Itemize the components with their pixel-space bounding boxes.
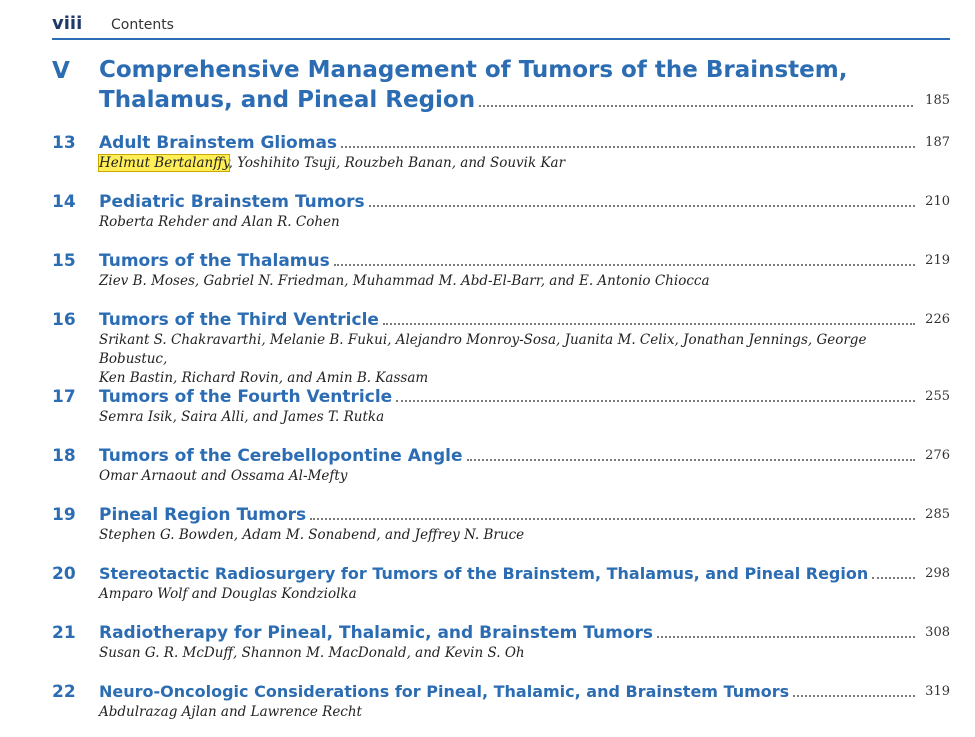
dot-leader (368, 205, 915, 207)
chapter-title[interactable]: Neuro-Oncologic Considerations for Pinea… (99, 681, 789, 703)
chapter-number: 14 (52, 192, 76, 212)
chapter-page: 319 (925, 684, 950, 699)
chapter-authors: Roberta Rehder and Alan R. Cohen (99, 214, 340, 230)
chapter-title[interactable]: Tumors of the Thalamus (99, 250, 330, 272)
highlighted-author[interactable]: Helmut Bertalanffy (98, 154, 230, 172)
part-number: V (52, 58, 70, 84)
chapter-number: 22 (52, 682, 76, 702)
chapter-authors: Ziev B. Moses, Gabriel N. Friedman, Muha… (99, 273, 710, 289)
chapter-page: 255 (925, 389, 950, 404)
chapter-title[interactable]: Adult Brainstem Gliomas (99, 132, 337, 154)
chapter-authors: Srikant S. Chakravarthi, Melanie B. Fuku… (99, 331, 909, 388)
chapter-number: 20 (52, 564, 76, 584)
chapter-page: 285 (925, 507, 950, 522)
chapter-title[interactable]: Pineal Region Tumors (99, 504, 306, 526)
authors-rest: , Yoshihito Tsuji, Rouzbeh Banan, and So… (228, 155, 566, 171)
dot-leader (466, 459, 915, 461)
section-label: Contents (111, 17, 174, 33)
authors-line1: Srikant S. Chakravarthi, Melanie B. Fuku… (99, 332, 867, 367)
chapter-authors: Omar Arnaout and Ossama Al-Mefty (99, 468, 348, 484)
chapter-title[interactable]: Pediatric Brainstem Tumors (99, 191, 365, 213)
chapter-page: 226 (925, 312, 950, 327)
part-title-line2: Thalamus, and Pineal Region (99, 87, 476, 113)
dot-leader (341, 146, 915, 148)
chapter-page: 210 (925, 194, 950, 209)
chapter-page: 219 (925, 253, 950, 268)
part-page: 185 (925, 93, 950, 108)
chapter-title[interactable]: Stereotactic Radiosurgery for Tumors of … (99, 563, 868, 585)
chapter-page: 187 (925, 135, 950, 150)
chapter-number: 21 (52, 623, 76, 643)
dot-leader (396, 400, 915, 402)
dot-leader (793, 695, 915, 697)
chapter-number: 18 (52, 446, 76, 466)
dot-leader (333, 264, 915, 266)
page-number: viii (52, 13, 83, 34)
dot-leader (657, 636, 915, 638)
chapter-authors: Susan G. R. McDuff, Shannon M. MacDonald… (99, 645, 525, 661)
chapter-title[interactable]: Tumors of the Cerebellopontine Angle (99, 445, 463, 467)
chapter-title[interactable]: Radiotherapy for Pineal, Thalamic, and B… (99, 622, 653, 644)
chapter-number: 19 (52, 505, 76, 525)
chapter-page: 298 (925, 566, 950, 581)
chapter-page: 308 (925, 625, 950, 640)
chapter-authors: Stephen G. Bowden, Adam M. Sonabend, and… (99, 527, 525, 543)
part-title[interactable]: Comprehensive Management of Tumors of th… (99, 55, 919, 115)
chapter-number: 16 (52, 310, 76, 330)
chapter-authors: Helmut Bertalanffy, Yoshihito Tsuji, Rou… (98, 154, 909, 173)
dot-leader (479, 105, 913, 107)
part-title-line1: Comprehensive Management of Tumors of th… (99, 57, 848, 83)
chapter-title[interactable]: Tumors of the Third Ventricle (99, 309, 379, 331)
chapter-title[interactable]: Tumors of the Fourth Ventricle (99, 386, 392, 408)
dot-leader (382, 323, 915, 325)
dot-leader (310, 518, 915, 520)
page-header: viii Contents (52, 12, 950, 40)
chapter-authors: Semra Isik, Saira Alli, and James T. Rut… (99, 409, 385, 425)
dot-leader (872, 577, 915, 579)
chapter-number: 17 (52, 387, 76, 407)
chapter-authors: Abdulrazag Ajlan and Lawrence Recht (99, 704, 362, 720)
chapter-authors: Amparo Wolf and Douglas Kondziolka (99, 586, 357, 602)
chapter-number: 15 (52, 251, 76, 271)
chapter-page: 276 (925, 448, 950, 463)
chapter-number: 13 (52, 133, 76, 153)
